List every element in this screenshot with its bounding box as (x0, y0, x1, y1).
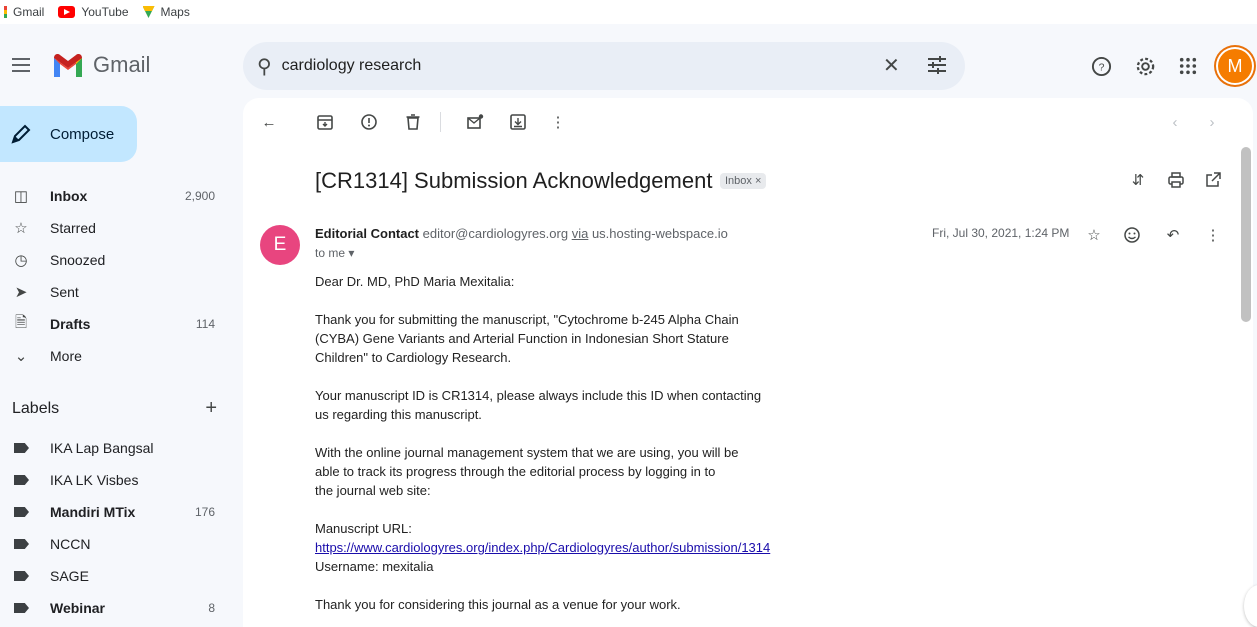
search-icon[interactable]: ⚲ (257, 54, 272, 79)
bookmark-maps[interactable]: Maps (142, 5, 190, 19)
via-domain: us.hosting-webspace.io (591, 226, 728, 241)
more-options-icon[interactable]: ⋮ (548, 112, 568, 132)
star-icon[interactable]: ☆ (1084, 225, 1104, 245)
move-to-icon[interactable] (508, 112, 528, 132)
email-panel: ← ⋮ ‹ › [CR1314] Submission Acknowledgem… (243, 98, 1253, 627)
archive-icon[interactable] (315, 112, 335, 132)
bookmark-gmail[interactable]: Gmail (4, 5, 44, 19)
labels-title: Labels (12, 400, 60, 417)
open-new-window-icon[interactable] (1203, 170, 1223, 190)
clear-search-icon[interactable]: ✕ (883, 53, 900, 78)
toolbar-divider (440, 112, 441, 132)
label-item[interactable]: NCCN (0, 528, 230, 560)
via-link[interactable]: via (572, 226, 589, 241)
gmail-logo[interactable]: Gmail (52, 52, 150, 78)
paragraph: Your manuscript ID is CR1314, please alw… (315, 388, 762, 422)
label-item[interactable]: SAGE (0, 560, 230, 592)
greeting: Dear Dr. MD, PhD Maria Mexitalia: (315, 274, 515, 289)
labels-header: Labels + (12, 398, 217, 418)
sidebar-item-starred[interactable]: ☆ Starred (0, 212, 230, 244)
closing: Thank you for considering this journal a… (315, 597, 681, 612)
inbox-icon: ◫ (13, 188, 29, 205)
chevron-down-icon: ⌄ (14, 348, 28, 365)
sender-line: Editorial Contact editor@cardiologyres.o… (315, 226, 728, 241)
sidebar-item-drafts[interactable]: 🗎 Drafts 114 (0, 308, 230, 340)
search-options-icon[interactable] (926, 54, 948, 76)
main-menu-icon[interactable] (12, 58, 30, 72)
label-tag-icon (14, 539, 29, 549)
youtube-icon (58, 6, 76, 18)
manuscript-details: Manuscript URL: https://www.cardiologyre… (315, 521, 771, 574)
svg-text:?: ? (1098, 61, 1104, 73)
report-spam-icon[interactable] (359, 112, 379, 132)
label-item[interactable]: IKA LK Visbes (0, 464, 230, 496)
pencil-icon (11, 124, 31, 144)
back-arrow-icon[interactable]: ← (259, 112, 279, 132)
delete-trash-icon[interactable] (403, 112, 423, 132)
inbox-label-chip[interactable]: Inbox × (720, 173, 767, 189)
sidebar-item-more[interactable]: ⌄ More (0, 340, 230, 372)
sidebar-item-inbox[interactable]: ◫ Inbox 2,900 (0, 180, 230, 212)
sidebar-nav: ◫ Inbox 2,900 ☆ Starred ◷ Snoozed ➤ Sent… (0, 180, 230, 372)
account-avatar[interactable]: M (1218, 49, 1252, 83)
label-tag-icon (14, 571, 29, 581)
maps-icon (142, 6, 155, 18)
message-more-icon[interactable]: ⋮ (1203, 225, 1223, 245)
email-toolbar: ← ⋮ ‹ › (243, 98, 1253, 146)
print-icon[interactable] (1166, 170, 1186, 190)
star-icon: ☆ (14, 220, 28, 237)
bookmarks-bar: Gmail YouTube Maps (0, 0, 1257, 24)
recipient-dropdown[interactable]: to me ▾ (315, 246, 354, 260)
emoji-reaction-icon[interactable] (1122, 225, 1142, 245)
draft-icon: 🗎 (14, 313, 28, 331)
email-body: Dear Dr. MD, PhD Maria Mexitalia: Thank … (315, 272, 955, 627)
label-tag-icon (14, 443, 29, 453)
clock-icon: ◷ (14, 252, 28, 269)
scrollbar-thumb[interactable] (1241, 147, 1251, 322)
labels-list: IKA Lap Bangsal IKA LK Visbes Mandiri MT… (0, 432, 230, 624)
email-subject: [CR1314] Submission Acknowledgement (315, 168, 713, 193)
paragraph: With the online journal management syste… (315, 445, 739, 498)
mark-unread-icon[interactable] (465, 112, 485, 132)
manuscript-url-link[interactable]: https://www.cardiologyres.org/index.php/… (315, 540, 770, 555)
older-chevron-icon[interactable]: › (1202, 112, 1222, 132)
label-item[interactable]: Webinar 8 (0, 592, 230, 624)
label-tag-icon (14, 507, 29, 517)
reply-icon[interactable]: ↶ (1163, 225, 1183, 245)
label-item[interactable]: Mandiri MTix 176 (0, 496, 230, 528)
compose-button[interactable]: Compose (0, 106, 137, 162)
compose-label: Compose (50, 125, 115, 143)
newer-chevron-icon[interactable]: ‹ (1165, 112, 1185, 132)
add-label-icon[interactable]: + (205, 398, 217, 418)
search-input[interactable] (281, 57, 842, 75)
email-date: Fri, Jul 30, 2021, 1:24 PM (932, 226, 1070, 240)
send-icon: ➤ (14, 284, 28, 301)
help-icon[interactable]: ? (1089, 54, 1113, 78)
apps-grid-icon[interactable] (1176, 54, 1200, 78)
gmail-logo-icon (54, 54, 82, 77)
search-bar[interactable]: ⚲ ✕ (243, 42, 965, 90)
bookmark-youtube[interactable]: YouTube (58, 5, 129, 19)
settings-gear-icon[interactable] (1133, 54, 1157, 78)
sender-email: editor@cardiologyres.org (422, 226, 569, 241)
label-tag-icon (14, 603, 29, 613)
label-item[interactable]: IKA Lap Bangsal (0, 432, 230, 464)
app-name: Gmail (93, 52, 151, 77)
sender-name[interactable]: Editorial Contact (315, 226, 419, 241)
sidebar-item-sent[interactable]: ➤ Sent (0, 276, 230, 308)
sender-avatar[interactable]: E (260, 225, 300, 265)
paragraph: Thank you for submitting the manuscript,… (315, 312, 739, 365)
gmail-icon (4, 6, 7, 18)
expand-collapse-icon[interactable]: ⇵ (1128, 170, 1148, 190)
sidebar-item-snoozed[interactable]: ◷ Snoozed (0, 244, 230, 276)
label-tag-icon (14, 475, 29, 485)
